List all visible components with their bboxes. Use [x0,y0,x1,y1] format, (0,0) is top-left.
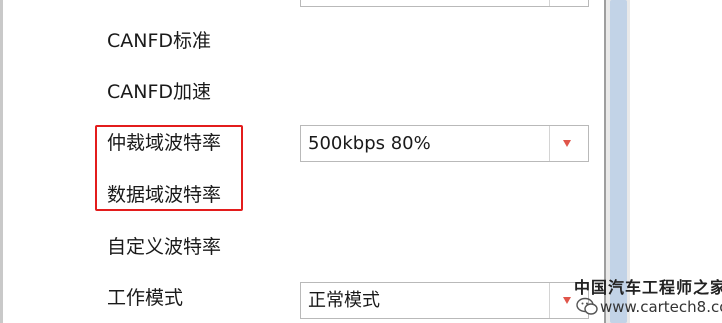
watermark-url: www.cartech8.com [600,298,722,316]
combo-divider [549,0,550,6]
watermark: 中国汽车工程师之家 www.cartech8.com [570,272,722,320]
top-combobox-partial[interactable] [300,0,589,7]
combo-divider [549,283,550,318]
label-canfd-standard: CANFD标准 [107,30,212,52]
label-canfd-acceleration: CANFD加速 [107,81,212,103]
wechat-icon [576,297,598,315]
dropdown-arrow-icon[interactable] [563,140,571,147]
label-custom-baud: 自定义波特率 [107,236,222,258]
work-mode-select[interactable]: 正常模式 [300,282,589,319]
combo-divider [549,126,550,161]
annotation-highlight-box [95,125,243,211]
device-settings-panel: CANFD标准 CANFD加速 仲裁域波特率 数据域波特率 自定义波特率 工作模… [0,0,722,323]
panel-left-edge [0,0,3,323]
watermark-title: 中国汽车工程师之家 [574,278,722,297]
label-work-mode: 工作模式 [107,287,184,309]
work-mode-value: 正常模式 [308,290,380,311]
arbitration-baud-select[interactable]: 500kbps 80% [300,125,589,162]
arbitration-baud-value: 500kbps 80% [308,133,431,154]
